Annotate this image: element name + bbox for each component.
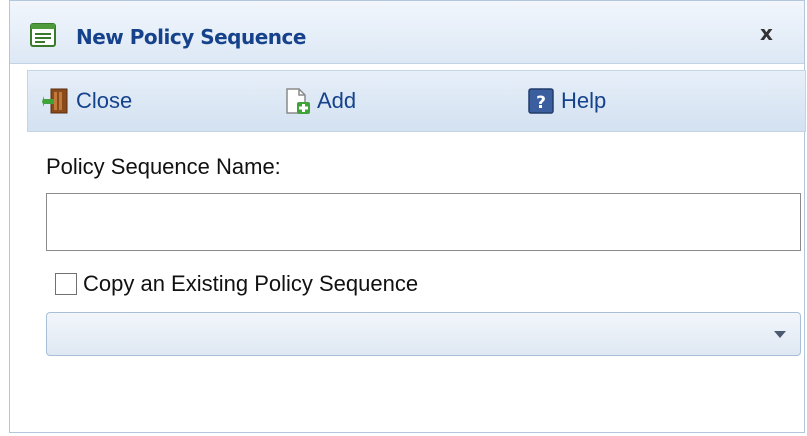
existing-sequence-dropdown[interactable] (46, 312, 801, 356)
policy-sequence-name-input[interactable] (46, 193, 801, 251)
dialog-titlebar[interactable]: New Policy Sequence x (10, 1, 804, 64)
new-policy-sequence-dialog: New Policy Sequence x Close Add ? Help P… (9, 0, 806, 433)
policy-sequence-name-label: Policy Sequence Name: (46, 154, 281, 179)
exit-door-icon (42, 88, 68, 114)
help-button[interactable]: ? Help (527, 71, 606, 131)
add-button-label: Add (317, 88, 357, 113)
help-button-label: Help (561, 88, 607, 113)
copy-existing-checkbox-label[interactable]: Copy an Existing Policy Sequence (83, 271, 418, 297)
help-icon: ? (528, 88, 554, 114)
close-button[interactable]: Close (42, 71, 132, 131)
chevron-down-icon[interactable] (774, 331, 786, 338)
window-form-icon (30, 23, 56, 47)
copy-existing-checkbox-row[interactable]: Copy an Existing Policy Sequence (55, 271, 418, 297)
copy-existing-checkbox[interactable] (55, 273, 77, 295)
dialog-toolbar: Close Add ? Help (27, 70, 806, 132)
svg-text:?: ? (536, 93, 546, 113)
add-document-icon (286, 88, 310, 114)
dialog-title: New Policy Sequence (76, 25, 306, 49)
add-button[interactable]: Add (283, 71, 356, 131)
dialog-close-icon[interactable]: x (760, 21, 773, 45)
close-button-label: Close (76, 88, 133, 113)
